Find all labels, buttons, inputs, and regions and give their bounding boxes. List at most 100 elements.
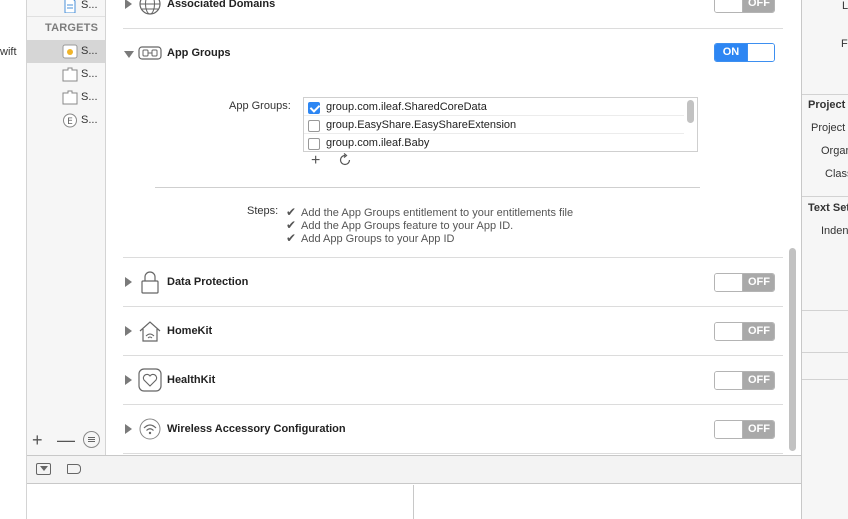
e-target-icon: E: [63, 113, 77, 128]
toggle-state: ON: [715, 44, 747, 61]
group-checkbox[interactable]: [308, 120, 320, 132]
swift-file-icon: [64, 0, 76, 13]
group-name: group.EasyShare.EasyShareExtension: [326, 119, 517, 131]
svg-text:E: E: [67, 117, 73, 127]
sidebar-divider: [27, 16, 105, 17]
add-target-button[interactable]: +: [32, 430, 43, 451]
capability-healthkit: HealthKit OFF: [123, 356, 783, 405]
sidebar-item-target-extension-2[interactable]: S...: [27, 86, 105, 109]
class-prefix-label: Class: [825, 168, 848, 180]
group-checkbox[interactable]: [308, 138, 320, 150]
refresh-icon[interactable]: [338, 153, 352, 167]
sidebar-item-target-app[interactable]: S...: [27, 40, 105, 63]
app-group-item[interactable]: group.com.ileaf.Baby: [304, 134, 684, 152]
capability-title: HomeKit: [167, 325, 213, 337]
toggle-knob: [747, 44, 774, 61]
capability-title: HealthKit: [167, 374, 216, 386]
main-scrollbar[interactable]: [789, 248, 796, 451]
toggle-state: OFF: [743, 372, 774, 389]
step-text: Add App Groups to your App ID: [301, 233, 455, 245]
targets-sidebar: S... TARGETS S... S... S... E S... + —: [27, 0, 106, 455]
text-settings-header: Text Sett: [808, 202, 848, 214]
data-protection-toggle[interactable]: OFF: [714, 273, 775, 292]
capability-wireless-accessory: Wireless Accessory Configuration OFF: [123, 405, 783, 454]
toggle-knob: [715, 372, 743, 389]
extension-target-icon: [62, 90, 78, 105]
debug-toolbar: [27, 455, 801, 484]
capability-title: Wireless Accessory Configuration: [167, 423, 346, 435]
section-divider: [155, 187, 700, 188]
breakpoint-icon[interactable]: [67, 464, 81, 474]
sidebar-item-target-e[interactable]: E S...: [27, 109, 105, 132]
inspector-fragment: Lo: [842, 0, 848, 12]
disclosure-triangle-icon[interactable]: [125, 326, 132, 336]
app-groups-icon: [138, 46, 162, 60]
add-group-button[interactable]: +: [311, 152, 320, 170]
toggle-knob: [715, 421, 743, 438]
capability-homekit: HomeKit OFF: [123, 307, 783, 356]
capability-title: App Groups: [167, 47, 231, 59]
group-checkbox[interactable]: [308, 102, 320, 114]
target-label: S...: [81, 45, 98, 57]
heart-icon: [138, 368, 162, 392]
toggle-state: OFF: [743, 323, 774, 340]
target-label: S...: [81, 91, 98, 103]
wifi-icon: [139, 418, 161, 440]
filter-icon[interactable]: [83, 431, 100, 448]
associated-domains-toggle[interactable]: OFF: [714, 0, 775, 13]
gutter-fragment: wift: [0, 46, 17, 58]
hide-debug-area-icon[interactable]: [36, 463, 51, 475]
extension-target-icon: [62, 67, 78, 82]
inspector-divider: [802, 94, 848, 95]
toggle-state: OFF: [743, 274, 774, 291]
toggle-state: OFF: [743, 421, 774, 438]
inspector-fragment: Fu: [841, 38, 848, 50]
disclosure-triangle-icon[interactable]: [125, 424, 132, 434]
inspector-divider: [802, 310, 848, 311]
homekit-toggle[interactable]: OFF: [714, 322, 775, 341]
left-gutter: wift: [0, 0, 27, 519]
sidebar-toolbar: + —: [27, 428, 105, 455]
sidebar-item-target-extension-1[interactable]: S...: [27, 63, 105, 86]
toggle-state: OFF: [743, 0, 774, 12]
indent-label: Indent: [821, 225, 848, 237]
app-group-item[interactable]: group.com.ileaf.SharedCoreData: [304, 98, 684, 116]
healthkit-toggle[interactable]: OFF: [714, 371, 775, 390]
inspector-divider: [802, 196, 848, 197]
app-group-item[interactable]: group.EasyShare.EasyShareExtension: [304, 116, 684, 134]
app-target-icon: [62, 44, 78, 59]
debug-area: [27, 485, 801, 519]
disclosure-triangle-icon[interactable]: [125, 277, 132, 287]
capability-title: Associated Domains: [167, 0, 276, 10]
organization-label: Organi: [821, 145, 848, 157]
disclosure-triangle-icon[interactable]: [125, 0, 132, 9]
project-document-header: Project D: [808, 99, 848, 111]
steps-label: Steps:: [247, 205, 279, 217]
capability-app-groups: App Groups ON: [123, 29, 783, 78]
capability-data-protection: Data Protection OFF: [123, 258, 783, 307]
app-groups-toggle[interactable]: ON: [714, 43, 775, 62]
disclosure-triangle-open-icon[interactable]: [124, 51, 134, 58]
checkmark-icon: ✔: [286, 231, 297, 245]
inspector-divider: [802, 352, 848, 353]
app-groups-list[interactable]: group.com.ileaf.SharedCoreData group.Eas…: [303, 97, 698, 152]
checkmark-icon: ✔: [286, 205, 297, 219]
targets-header: TARGETS: [45, 22, 99, 34]
disclosure-triangle-icon[interactable]: [125, 375, 132, 385]
group-name: group.com.ileaf.Baby: [326, 137, 430, 149]
debug-split-divider[interactable]: [413, 485, 414, 519]
capability-title: Data Protection: [167, 276, 249, 288]
lock-icon: [141, 271, 159, 294]
checkmark-icon: ✔: [286, 218, 297, 232]
wireless-accessory-toggle[interactable]: OFF: [714, 420, 775, 439]
sidebar-item-label: S...: [81, 0, 98, 11]
home-icon: [139, 321, 161, 342]
step-item: ✔ Add the App Groups entitlement to your …: [286, 205, 573, 219]
capabilities-panel: Associated Domains OFF App Groups ON App…: [106, 0, 801, 455]
step-item: ✔ Add App Groups to your App ID: [286, 231, 454, 245]
remove-target-button[interactable]: —: [57, 430, 75, 451]
group-name: group.com.ileaf.SharedCoreData: [326, 101, 487, 113]
app-groups-label: App Groups:: [229, 100, 291, 112]
sidebar-item-file[interactable]: S...: [27, 0, 105, 17]
list-scrollbar[interactable]: [687, 100, 694, 123]
